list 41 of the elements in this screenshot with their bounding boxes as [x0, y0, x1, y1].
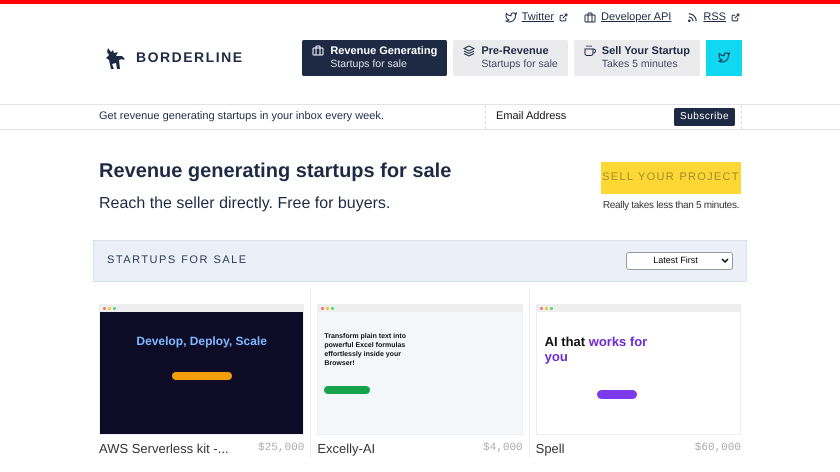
startup-name[interactable]: Spell	[536, 438, 565, 458]
sort-select[interactable]: Latest First	[626, 252, 733, 270]
button-drawing	[596, 390, 637, 398]
cup-icon	[584, 44, 596, 56]
startup-name[interactable]: Excelly-AI	[317, 438, 376, 458]
nav-tab[interactable]: Pre-Revenue Startups for sale	[453, 40, 568, 76]
chevron-down-icon	[721, 258, 729, 264]
startup-price: $25,000	[258, 441, 304, 456]
top-link[interactable]: RSS	[687, 9, 740, 26]
screenshot-headline: Develop, Deploy, Scale	[135, 332, 268, 350]
startup-price: $60,000	[694, 441, 741, 456]
brand-name[interactable]: BORDERLINE	[136, 47, 244, 68]
subscribe-button[interactable]: Subscribe	[674, 108, 735, 126]
top-link[interactable]: Twitter	[504, 9, 568, 26]
button-drawing	[172, 372, 232, 380]
website-screenshot[interactable]: AI that works for you	[536, 304, 741, 434]
nav-tab[interactable]: Revenue Generating Startups for sale	[302, 40, 448, 76]
page-subheading: Reach the seller directly. Free for buyers.	[99, 194, 392, 214]
twitter-button[interactable]	[706, 40, 742, 76]
button-drawing	[324, 386, 370, 394]
link-label[interactable]: RSS	[703, 9, 726, 26]
twitter-icon	[504, 12, 517, 23]
screenshot-headline: AI that works for you	[544, 332, 648, 364]
website-screenshot[interactable]: Develop, Deploy, Scale	[99, 304, 304, 434]
deer-logo-icon	[105, 46, 127, 70]
startup-price: $4,000	[483, 441, 523, 456]
newsletter-text: Get revenue generating startups in your inbox every week.	[98, 109, 385, 124]
briefcase-icon	[312, 44, 324, 56]
top-link[interactable]: Developer API	[584, 9, 672, 26]
twitter-icon	[718, 52, 730, 63]
cta-note: Really takes less than 5 minutes.	[602, 198, 740, 212]
briefcase-icon	[584, 12, 596, 23]
rss-icon	[687, 12, 698, 23]
nav-tab[interactable]: Sell Your Startup Takes 5 minutes	[574, 40, 700, 76]
layers-icon	[463, 44, 476, 56]
email-field[interactable]: Email Address Subscribe	[485, 104, 742, 128]
startup-name[interactable]: AWS Serverless kit -...	[99, 438, 229, 458]
page-heading: Revenue generating startups for sale	[99, 158, 452, 184]
listing-heading: STARTUPS FOR SALE	[107, 253, 248, 268]
link-label[interactable]: Developer API	[601, 9, 672, 26]
link-label[interactable]: Twitter	[522, 9, 554, 26]
